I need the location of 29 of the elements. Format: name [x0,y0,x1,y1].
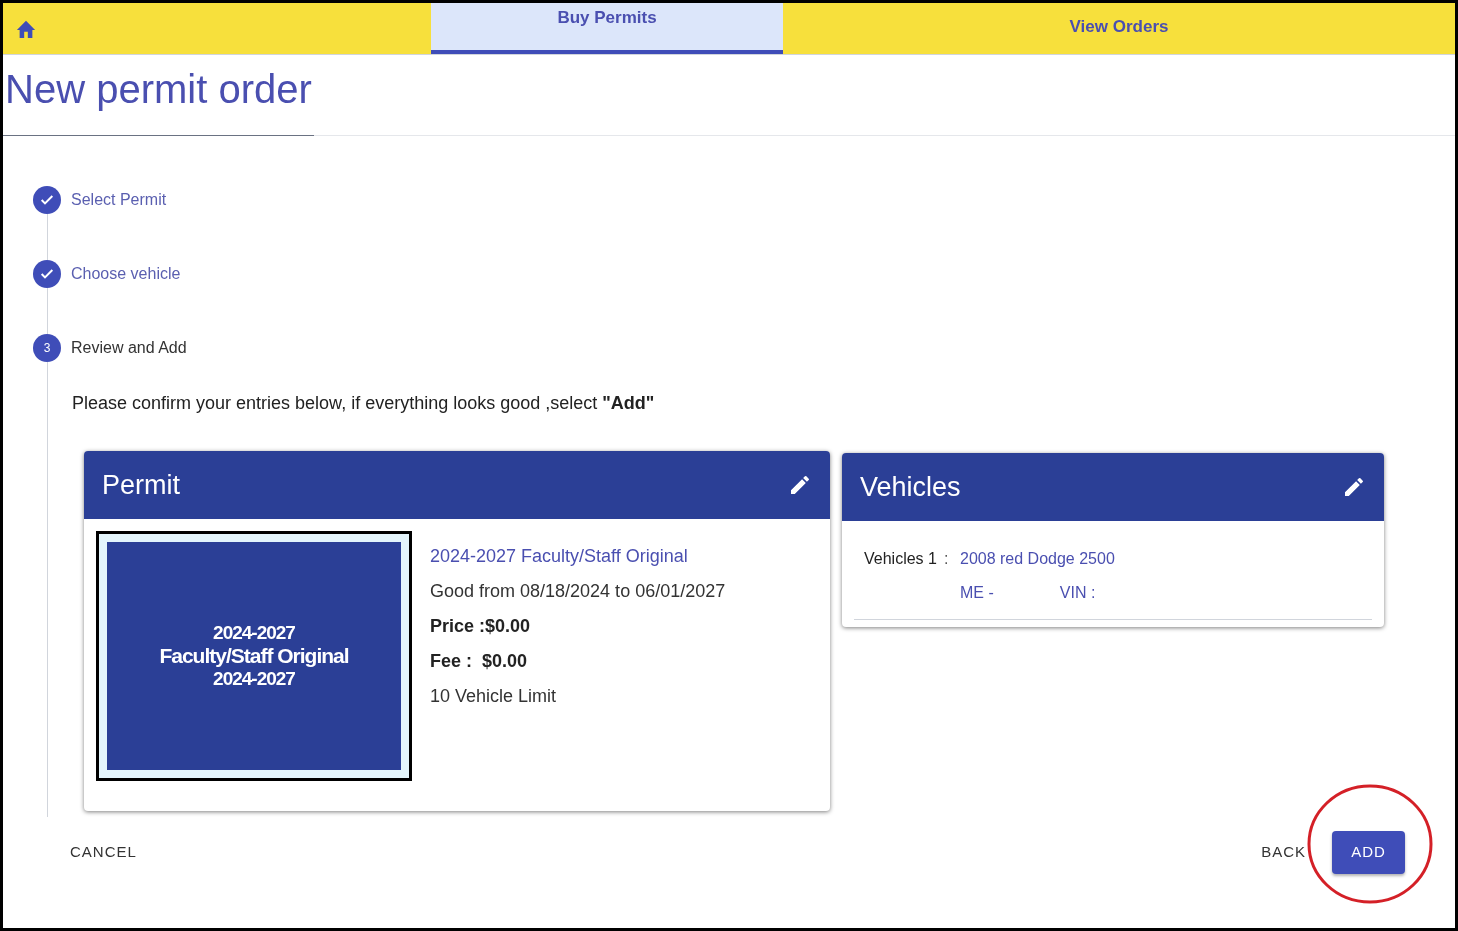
vehicle-label: Vehicles 1 [864,549,938,569]
add-button[interactable]: ADD [1332,831,1405,874]
price-text: Price :$0.00 [430,615,532,638]
step-label: Choose vehicle [71,264,181,284]
cancel-button[interactable]: CANCEL [57,833,150,872]
permit-name-link[interactable]: 2024-2027 Faculty/Staff Original [430,543,726,570]
permit-image-text: Faculty/Staff Original [159,643,349,669]
fee-text: Fee : $0.00 [430,650,529,673]
separator-text: : [944,549,950,569]
permit-image-text: 2024-2027 [213,668,295,690]
step-number: 3 [33,334,61,362]
pencil-icon[interactable] [1342,475,1366,499]
nav-tab[interactable]: View Orders [783,3,1455,54]
pencil-icon[interactable] [788,473,812,497]
page-title: New permit order [3,55,314,136]
step-label: Review and Add [71,338,187,358]
vehicle-limit-text: 10 Vehicle Limit [430,685,558,708]
nav-tab[interactable]: Buy Permits [431,3,783,54]
vin-text: VIN : [1059,583,1096,603]
step-label: Select Permit [71,190,167,210]
back-button[interactable]: BACK [1249,833,1318,872]
plate-text: ME - [960,583,994,603]
permit-image-text: 2024-2027 [213,622,295,644]
home-icon[interactable] [15,18,37,39]
validity-text: Good from 08/18/2024 to 06/01/2027 [430,580,726,603]
vehicle-description: 2008 red Dodge 2500 [960,549,1116,569]
card-title: Vehicles [860,470,961,504]
instruction-text: Please confirm your entries below, if everything looks good ,select "Add" [72,392,656,415]
card-title: Permit [102,468,180,502]
